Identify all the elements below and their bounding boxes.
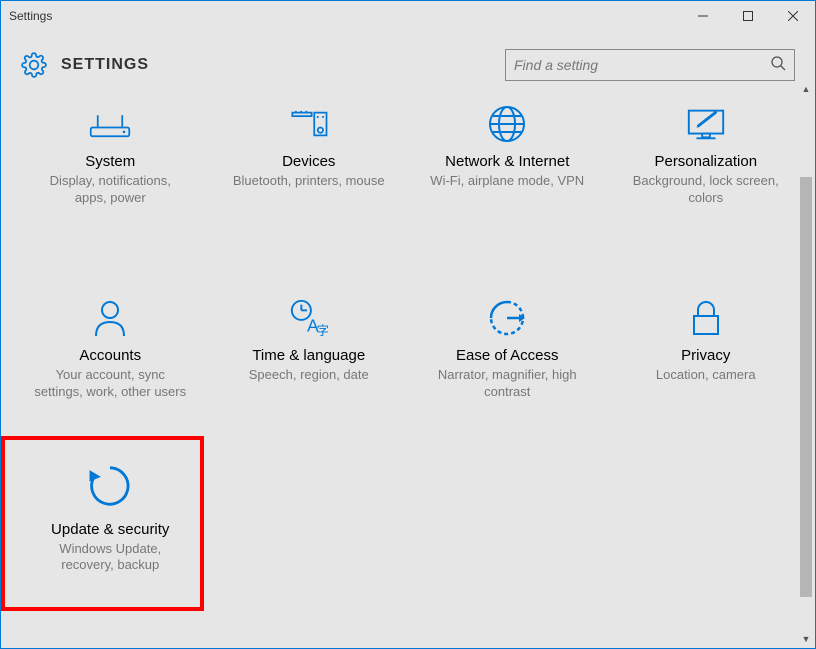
gear-icon [21, 52, 47, 78]
close-button[interactable] [770, 1, 815, 31]
titlebar: Settings [1, 1, 815, 31]
tile-title: Ease of Access [456, 347, 559, 364]
tile-desc: Wi-Fi, airplane mode, VPN [430, 173, 584, 190]
tile-desc: Bluetooth, printers, mouse [233, 173, 385, 190]
content-area: System Display, notifications, apps, pow… [1, 93, 815, 648]
scroll-down-icon[interactable]: ▼ [798, 631, 814, 647]
tile-title: Accounts [79, 347, 141, 364]
tile-desc: Background, lock screen, colors [628, 173, 783, 207]
update-icon [85, 461, 135, 511]
tiles-grid: System Display, notifications, apps, pow… [11, 93, 805, 609]
tile-system[interactable]: System Display, notifications, apps, pow… [11, 93, 210, 242]
tile-privacy[interactable]: Privacy Location, camera [607, 242, 806, 436]
tile-time[interactable]: A字 Time & language Speech, region, date [210, 242, 409, 436]
tile-accounts[interactable]: Accounts Your account, sync settings, wo… [11, 242, 210, 436]
ease-icon [486, 297, 528, 339]
tile-personalization[interactable]: Personalization Background, lock screen,… [607, 93, 806, 242]
tile-title: Personalization [654, 153, 757, 170]
maximize-button[interactable] [725, 1, 770, 31]
page-title: SETTINGS [61, 56, 149, 74]
tile-title: Network & Internet [445, 153, 569, 170]
personalization-icon [685, 103, 727, 145]
tile-devices[interactable]: Devices Bluetooth, printers, mouse [210, 93, 409, 242]
tile-title: Devices [282, 153, 335, 170]
devices-icon [288, 103, 330, 145]
tile-update[interactable]: Update & security Windows Update, recove… [11, 436, 210, 610]
scrollbar[interactable]: ▲ ▼ [798, 81, 814, 647]
accounts-icon [89, 297, 131, 339]
tile-title: Update & security [51, 521, 169, 538]
tile-desc: Display, notifications, apps, power [33, 173, 188, 207]
minimize-button[interactable] [680, 1, 725, 31]
minimize-icon [698, 11, 708, 21]
tile-title: Time & language [252, 347, 365, 364]
header: SETTINGS [1, 31, 815, 93]
tile-desc: Narrator, magnifier, high contrast [430, 367, 585, 401]
settings-window: Settings SETTINGS [0, 0, 816, 649]
window-controls [680, 1, 815, 31]
search-box[interactable] [505, 49, 795, 81]
scroll-up-icon[interactable]: ▲ [798, 81, 814, 97]
scrollbar-thumb[interactable] [800, 177, 812, 597]
network-icon [486, 103, 528, 145]
tile-desc: Your account, sync settings, work, other… [33, 367, 188, 401]
tile-title: Privacy [681, 347, 730, 364]
system-icon [89, 103, 131, 145]
maximize-icon [743, 11, 753, 21]
window-title: Settings [9, 9, 52, 23]
search-input[interactable] [514, 57, 770, 73]
tile-ease[interactable]: Ease of Access Narrator, magnifier, high… [408, 242, 607, 436]
tile-desc: Speech, region, date [249, 367, 369, 384]
close-icon [788, 11, 798, 21]
svg-text:字: 字 [316, 323, 328, 338]
time-icon: A字 [288, 297, 330, 339]
search-icon[interactable] [770, 55, 786, 76]
tile-title: System [85, 153, 135, 170]
tile-network[interactable]: Network & Internet Wi-Fi, airplane mode,… [408, 93, 607, 242]
tile-desc: Windows Update, recovery, backup [33, 541, 188, 575]
tile-desc: Location, camera [656, 367, 756, 384]
privacy-icon [685, 297, 727, 339]
scrollbar-track[interactable] [798, 97, 814, 631]
header-left: SETTINGS [21, 52, 149, 78]
